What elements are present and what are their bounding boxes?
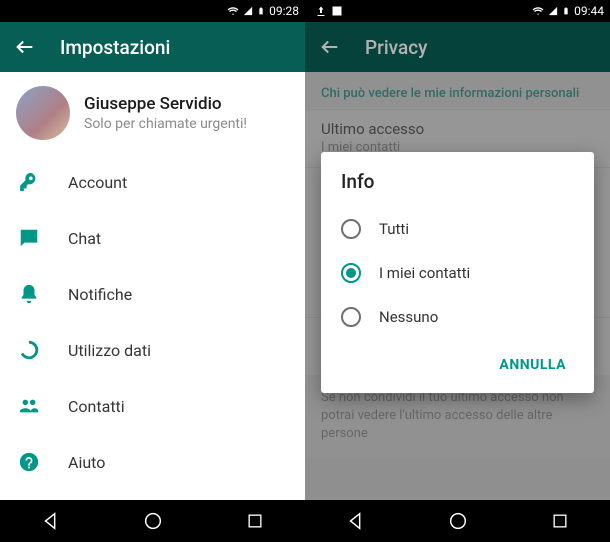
privacy-content: Chi può vedere le mie informazioni perso… [305, 72, 610, 500]
settings-menu: Account Chat Notifiche Utilizzo dati Con… [0, 154, 305, 490]
back-icon[interactable] [319, 36, 341, 58]
image-icon [331, 5, 343, 17]
menu-label: Contatti [68, 397, 125, 416]
radio-option-nobody[interactable]: Nessuno [341, 295, 574, 339]
nav-home-icon[interactable] [447, 510, 469, 532]
battery-icon [562, 5, 570, 17]
radio-icon [341, 307, 361, 327]
avatar [16, 86, 70, 140]
contacts-icon [18, 395, 40, 417]
help-icon [18, 451, 40, 473]
bell-icon [18, 283, 40, 305]
status-bar: 09:28 [0, 0, 305, 22]
chat-icon [18, 227, 40, 249]
menu-label: Aiuto [68, 453, 105, 472]
menu-label: Notifiche [68, 285, 132, 304]
menu-item-chat[interactable]: Chat [0, 210, 305, 266]
profile-status: Solo per chiamate urgenti! [84, 116, 247, 132]
profile-text: Giuseppe Servidio Solo per chiamate urge… [84, 94, 247, 132]
cancel-button[interactable]: ANNULLA [491, 347, 574, 383]
radio-option-all[interactable]: Tutti [341, 207, 574, 251]
menu-item-contacts[interactable]: Contatti [0, 378, 305, 434]
battery-icon [257, 5, 265, 17]
screen-settings: 09:28 Impostazioni Giuseppe Servidio Sol… [0, 0, 305, 542]
page-title: Impostazioni [60, 36, 170, 59]
radio-label: Nessuno [379, 308, 438, 326]
upload-icon [315, 5, 327, 17]
data-usage-icon [18, 339, 40, 361]
screen-privacy: 09:44 Privacy Chi può vedere le mie info… [305, 0, 610, 542]
radio-option-contacts[interactable]: I miei contatti [341, 251, 574, 295]
wifi-icon [227, 5, 239, 17]
menu-item-data-usage[interactable]: Utilizzo dati [0, 322, 305, 378]
nav-back-icon[interactable] [40, 510, 62, 532]
appbar: Impostazioni [0, 22, 305, 72]
menu-item-account[interactable]: Account [0, 154, 305, 210]
menu-item-notifications[interactable]: Notifiche [0, 266, 305, 322]
nav-recent-icon[interactable] [245, 511, 265, 531]
radio-label: I miei contatti [379, 264, 470, 282]
menu-label: Account [68, 173, 127, 192]
menu-item-help[interactable]: Aiuto [0, 434, 305, 490]
back-icon[interactable] [14, 36, 36, 58]
status-bar: 09:44 [305, 0, 610, 22]
menu-label: Chat [68, 229, 101, 248]
key-icon [18, 171, 40, 193]
nav-home-icon[interactable] [142, 510, 164, 532]
profile-row[interactable]: Giuseppe Servidio Solo per chiamate urge… [0, 72, 305, 154]
appbar: Privacy [305, 22, 610, 72]
navbar [305, 500, 610, 542]
nav-back-icon[interactable] [345, 510, 367, 532]
status-time: 09:44 [574, 4, 604, 18]
dialog-title: Info [341, 170, 574, 193]
navbar [0, 500, 305, 542]
radio-label: Tutti [379, 220, 409, 238]
status-time: 09:28 [269, 4, 299, 18]
menu-label: Utilizzo dati [68, 341, 151, 360]
nav-recent-icon[interactable] [550, 511, 570, 531]
radio-icon [341, 219, 361, 239]
radio-icon [341, 263, 361, 283]
info-dialog: Info Tutti I miei contatti Nessuno ANNUL… [321, 152, 594, 393]
signal-icon [548, 5, 558, 17]
profile-name: Giuseppe Servidio [84, 94, 247, 114]
dialog-actions: ANNULLA [341, 347, 574, 383]
page-title: Privacy [365, 36, 427, 59]
wifi-icon [532, 5, 544, 17]
signal-icon [243, 5, 253, 17]
